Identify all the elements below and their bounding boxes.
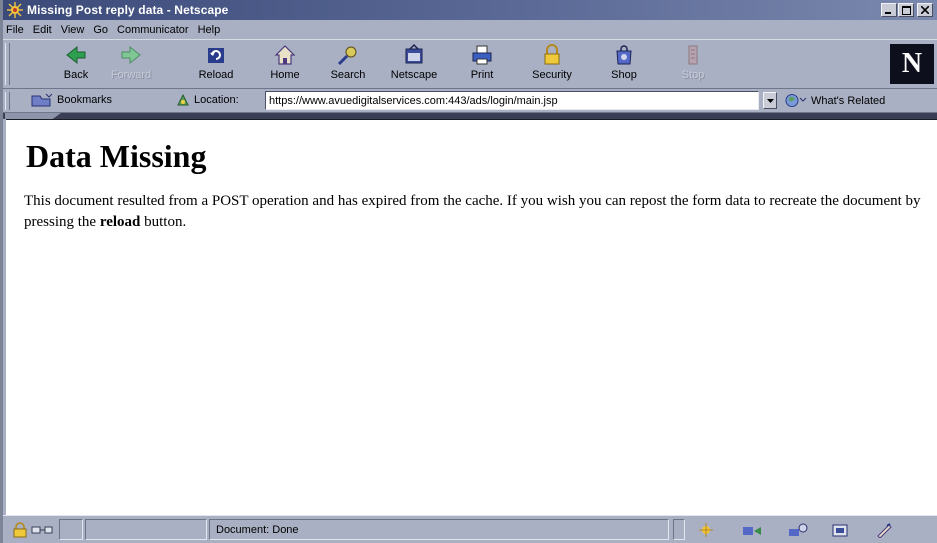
title-bar[interactable]: Missing Post reply data - Netscape — [3, 0, 937, 20]
reload-label: Reload — [198, 69, 234, 81]
home-label: Home — [270, 69, 300, 81]
stop-button[interactable]: Stop — [658, 43, 728, 87]
chevron-down-icon — [766, 98, 774, 103]
menu-go[interactable]: Go — [93, 24, 108, 36]
location-toolbar-grip[interactable] — [5, 92, 10, 110]
page-message: This document resulted from a POST opera… — [24, 191, 924, 233]
status-divider — [673, 519, 685, 540]
composer-component-icon[interactable] — [875, 522, 893, 538]
search-button[interactable]: Search — [313, 43, 383, 87]
menu-edit[interactable]: Edit — [33, 24, 52, 36]
close-button[interactable] — [917, 3, 933, 17]
bookmarks-label: Bookmarks — [57, 94, 113, 106]
status-bar: Document: Done — [3, 515, 937, 543]
close-icon — [921, 6, 929, 14]
window-controls — [881, 3, 933, 17]
security-lock-icon — [544, 44, 560, 65]
print-label: Print — [470, 69, 494, 81]
location-label: Location: — [194, 94, 239, 106]
minimize-icon — [885, 12, 891, 14]
status-spacer — [85, 519, 207, 540]
connection-status-icon — [31, 526, 53, 534]
browser-window: Missing Post reply data - Netscape File … — [0, 0, 937, 543]
forward-arrow-icon — [121, 45, 141, 65]
reload-button[interactable]: Reload — [181, 43, 251, 87]
whats-related-button[interactable]: What's Related — [785, 93, 885, 108]
search-icon — [337, 46, 357, 66]
location-toolbar: Bookmarks Location: What's Related — [3, 89, 937, 113]
stop-icon — [688, 45, 698, 65]
netscape-logo[interactable]: N — [890, 44, 934, 84]
window-title: Missing Post reply data - Netscape — [27, 3, 229, 17]
menu-view[interactable]: View — [61, 24, 85, 36]
security-button[interactable]: Security — [517, 43, 587, 87]
toolbar-grip[interactable] — [5, 43, 10, 85]
progress-bar — [59, 519, 83, 540]
page-content: Data Missing This document resulted from… — [6, 119, 937, 515]
location-label-group: Location: — [176, 93, 239, 107]
location-page-icon[interactable] — [176, 93, 190, 107]
page-heading: Data Missing — [26, 138, 207, 174]
menu-bar: File Edit View Go Communicator Help — [3, 20, 937, 39]
menu-communicator[interactable]: Communicator — [117, 24, 189, 36]
forward-button[interactable]: Forward — [96, 43, 166, 87]
bookmarks-button[interactable]: Bookmarks — [31, 93, 112, 107]
address-book-component-icon[interactable] — [831, 522, 849, 538]
home-button[interactable]: Home — [250, 43, 320, 87]
reload-icon — [208, 48, 224, 63]
shop-button[interactable]: Shop — [589, 43, 659, 87]
url-history-dropdown[interactable] — [763, 92, 777, 109]
security-status-icon[interactable] — [11, 522, 29, 538]
maximize-button[interactable] — [898, 3, 914, 17]
menu-file[interactable]: File — [6, 24, 24, 36]
print-button[interactable]: Print — [447, 43, 517, 87]
netscape-logo-letter: N — [901, 48, 923, 79]
search-label: Search — [330, 69, 366, 81]
netscape-button[interactable]: Netscape — [379, 43, 449, 87]
url-input[interactable] — [265, 91, 759, 110]
maximize-icon — [901, 5, 911, 15]
security-label: Security — [532, 69, 572, 81]
newsgroups-component-icon[interactable] — [787, 522, 809, 538]
whats-related-icon — [785, 94, 807, 107]
message-text-end: button. — [140, 214, 187, 230]
netscape-icon — [405, 43, 423, 64]
navigation-toolbar: Back Forward Reload Home Search Netscape… — [3, 39, 937, 89]
print-icon — [472, 45, 492, 65]
mail-component-icon[interactable] — [741, 522, 763, 538]
shop-icon — [616, 45, 632, 65]
message-reload-word: reload — [99, 214, 141, 230]
back-label: Back — [63, 69, 89, 81]
menu-help[interactable]: Help — [198, 24, 221, 36]
stop-label: Stop — [681, 69, 705, 81]
status-message-cell: Document: Done — [209, 519, 669, 540]
whats-related-label: What's Related — [811, 94, 886, 107]
forward-label: Forward — [110, 69, 152, 81]
bookmarks-icon — [31, 93, 53, 107]
netscape-app-icon — [7, 2, 23, 18]
navigator-component-icon[interactable] — [697, 522, 715, 538]
back-arrow-icon — [66, 45, 86, 65]
shop-label: Shop — [611, 69, 637, 81]
minimize-button[interactable] — [881, 3, 897, 17]
status-text: Document: Done — [216, 523, 299, 536]
netscape-label: Netscape — [390, 69, 438, 81]
home-icon — [274, 45, 296, 65]
